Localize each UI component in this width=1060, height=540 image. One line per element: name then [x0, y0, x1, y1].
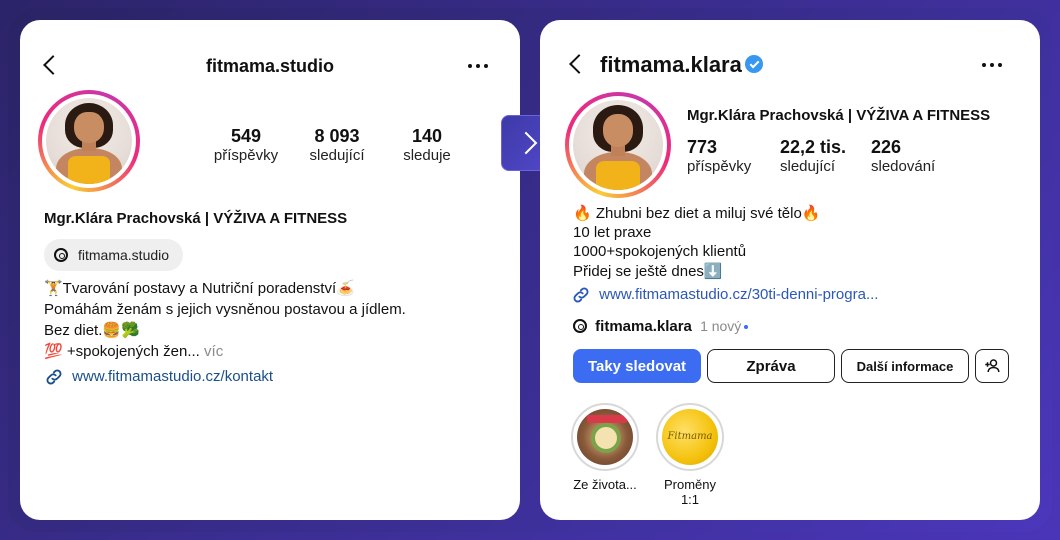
stat-followers[interactable]: 22,2 tis. sledující — [780, 137, 846, 175]
threads-link[interactable]: fitmama.klara 1 nový — [573, 318, 749, 335]
profile-avatar[interactable] — [565, 92, 671, 198]
highlight-cover-food — [577, 409, 633, 465]
bio-line: Pomáhám ženám s jejich vysněnou postavou… — [44, 301, 406, 318]
display-name: Mgr.Klára Prachovská | VÝŽIVA A FITNESS — [687, 107, 991, 124]
threads-new-count: 1 nový — [700, 318, 742, 334]
message-button[interactable]: Zpráva — [707, 349, 835, 383]
suggest-people-button[interactable] — [975, 349, 1009, 383]
highlight-label: Proměny 1:1 — [663, 477, 717, 507]
stat-following[interactable]: 226 sledování — [871, 137, 935, 175]
profile-username: fitmama.klara — [600, 52, 742, 77]
back-arrow-icon[interactable] — [569, 54, 589, 74]
story-highlight[interactable]: Fitmama Proměny 1:1 — [655, 403, 725, 507]
more-options-icon[interactable] — [468, 64, 488, 68]
website-link[interactable]: www.fitmamastudio.cz/kontakt — [44, 367, 273, 387]
threads-icon — [573, 319, 587, 333]
bio-line: 1000+spokojených klientů — [573, 243, 747, 260]
profile-panel-new: fitmama.klara Mgr.Klára Prachovská | VÝŽ… — [540, 20, 1040, 520]
stat-following[interactable]: 140 sleduje — [387, 126, 467, 164]
profile-photo — [46, 98, 132, 184]
bio-line: 🏋️Tvarování postavy a Nutriční poradenst… — [44, 280, 355, 297]
stat-posts[interactable]: 549 příspěvky — [206, 126, 286, 164]
chevron-right-icon — [514, 131, 538, 155]
stat-posts[interactable]: 773 příspěvky — [687, 137, 751, 175]
profile-panel-old: fitmama.studio 549 příspěvky 8 093 sledují… — [20, 20, 520, 520]
website-link[interactable]: www.fitmamastudio.cz/30ti-denni-progra..… — [571, 285, 878, 305]
add-person-icon — [985, 359, 1000, 373]
stat-followers[interactable]: 8 093 sledující — [297, 126, 377, 164]
bio-line: Bez diet.🍔🥦 — [44, 322, 140, 339]
link-icon — [46, 369, 62, 385]
more-info-button[interactable]: Další informace — [841, 349, 969, 383]
story-highlight[interactable]: Ze života... — [570, 403, 640, 492]
display-name: Mgr.Klára Prachovská | VÝŽIVA A FITNESS — [44, 210, 348, 227]
more-options-icon[interactable] — [982, 63, 1002, 67]
verified-badge-icon — [745, 55, 763, 73]
link-icon — [573, 287, 589, 303]
profile-username: fitmama.studio — [205, 56, 334, 76]
more-link[interactable]: víc — [204, 343, 223, 360]
bio-line: 💯 +spokojených žen... víc — [44, 343, 224, 360]
profile-photo — [573, 100, 663, 190]
threads-icon — [54, 248, 68, 262]
follow-button[interactable]: Taky sledovat — [573, 349, 701, 383]
profile-avatar[interactable] — [38, 90, 140, 192]
highlight-label: Ze života... — [573, 477, 637, 492]
bio-line: 🔥 Zhubni bez diet a miluj své tělo🔥 — [573, 205, 821, 222]
highlight-cover-logo: Fitmama — [662, 409, 718, 465]
bio-line: Přidej se ještě dnes⬇️ — [573, 263, 723, 280]
threads-badge[interactable]: fitmama.studio — [44, 239, 184, 271]
bio-line: 10 let praxe — [573, 224, 652, 241]
